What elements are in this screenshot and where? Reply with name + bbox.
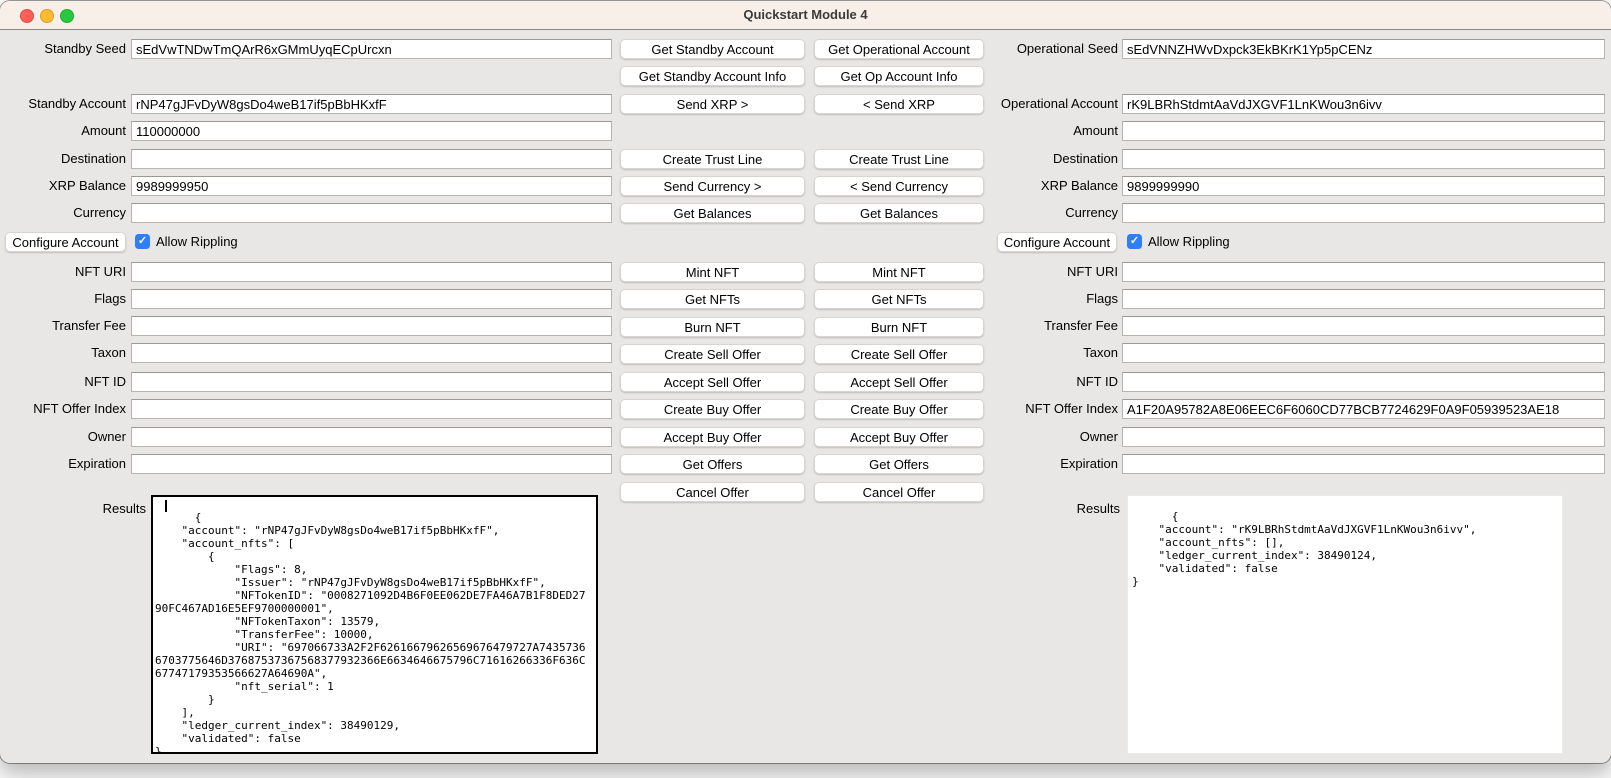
text-cursor	[165, 500, 167, 512]
operational-owner-input[interactable]	[1122, 427, 1605, 447]
operational-transfer-fee-input[interactable]	[1122, 316, 1605, 336]
standby-transfer-fee-label: Transfer Fee	[0, 316, 126, 336]
titlebar: Quickstart Module 4	[0, 1, 1611, 30]
operational-taxon-label: Taxon	[940, 343, 1118, 363]
standby-owner-label: Owner	[0, 427, 126, 447]
create-trust-line-standby-button[interactable]: Create Trust Line	[620, 149, 805, 169]
get-standby-account-info-button[interactable]: Get Standby Account Info	[620, 66, 805, 86]
get-offers-standby-button[interactable]: Get Offers	[620, 454, 805, 474]
standby-currency-input[interactable]	[131, 203, 612, 223]
standby-nft-offer-index-label: NFT Offer Index	[0, 399, 126, 419]
accept-sell-offer-standby-button[interactable]: Accept Sell Offer	[620, 372, 805, 392]
standby-flags-input[interactable]	[131, 289, 612, 309]
standby-nft-uri-label: NFT URI	[0, 262, 126, 282]
operational-flags-label: Flags	[940, 289, 1118, 309]
mint-nft-standby-button[interactable]: Mint NFT	[620, 262, 805, 282]
operational-results-label: Results	[940, 499, 1120, 519]
standby-seed-input[interactable]	[131, 39, 612, 59]
operational-expiration-label: Expiration	[940, 454, 1118, 474]
operational-expiration-input[interactable]	[1122, 454, 1605, 474]
operational-xrp-balance-input[interactable]	[1122, 176, 1605, 196]
operational-results-textarea[interactable]: { "account": "rK9LBRhStdmtAaVdJXGVF1LnKW…	[1127, 495, 1563, 754]
create-sell-offer-standby-button[interactable]: Create Sell Offer	[620, 344, 805, 364]
screen: Quickstart Module 4 Standby Seed Standby…	[0, 0, 1611, 778]
standby-amount-input[interactable]	[131, 121, 612, 141]
accept-buy-offer-standby-button[interactable]: Accept Buy Offer	[620, 427, 805, 447]
standby-xrp-balance-input[interactable]	[131, 176, 612, 196]
operational-account-label: Operational Account	[940, 94, 1118, 114]
operational-results-text: { "account": "rK9LBRhStdmtAaVdJXGVF1LnKW…	[1132, 510, 1476, 588]
get-balances-standby-button[interactable]: Get Balances	[620, 203, 805, 223]
configure-account-operational-button[interactable]: Configure Account	[997, 232, 1117, 252]
standby-owner-input[interactable]	[131, 427, 612, 447]
operational-xrp-balance-label: XRP Balance	[940, 176, 1118, 196]
operational-destination-input[interactable]	[1122, 149, 1605, 169]
standby-destination-input[interactable]	[131, 149, 612, 169]
operational-seed-label: Operational Seed	[940, 39, 1118, 59]
standby-account-input[interactable]	[131, 94, 612, 114]
operational-destination-label: Destination	[940, 149, 1118, 169]
burn-nft-standby-button[interactable]: Burn NFT	[620, 317, 805, 337]
operational-owner-label: Owner	[940, 427, 1118, 447]
allow-rippling-standby-checkbox[interactable]	[135, 234, 150, 249]
standby-nft-id-input[interactable]	[131, 372, 612, 392]
operational-nft-id-input[interactable]	[1122, 372, 1605, 392]
standby-seed-label: Standby Seed	[0, 39, 126, 59]
standby-destination-label: Destination	[0, 149, 126, 169]
allow-rippling-operational-label: Allow Rippling	[1148, 232, 1230, 252]
operational-seed-input[interactable]	[1122, 39, 1605, 59]
get-op-account-info-button[interactable]: Get Op Account Info	[814, 66, 984, 86]
operational-taxon-input[interactable]	[1122, 343, 1605, 363]
standby-expiration-label: Expiration	[0, 454, 126, 474]
standby-transfer-fee-input[interactable]	[131, 316, 612, 336]
operational-nft-offer-index-label: NFT Offer Index	[940, 399, 1118, 419]
operational-account-input[interactable]	[1122, 94, 1605, 114]
create-buy-offer-standby-button[interactable]: Create Buy Offer	[620, 399, 805, 419]
app-window: Quickstart Module 4 Standby Seed Standby…	[0, 1, 1611, 763]
operational-currency-label: Currency	[940, 203, 1118, 223]
standby-flags-label: Flags	[0, 289, 126, 309]
operational-nft-uri-input[interactable]	[1122, 262, 1605, 282]
get-standby-account-button[interactable]: Get Standby Account	[620, 39, 805, 59]
operational-amount-input[interactable]	[1122, 121, 1605, 141]
operational-nft-offer-index-input[interactable]	[1122, 399, 1605, 419]
standby-nft-uri-input[interactable]	[131, 262, 612, 282]
operational-amount-label: Amount	[940, 121, 1118, 141]
standby-currency-label: Currency	[0, 203, 126, 223]
standby-taxon-input[interactable]	[131, 343, 612, 363]
standby-amount-label: Amount	[0, 121, 126, 141]
standby-taxon-label: Taxon	[0, 343, 126, 363]
operational-currency-input[interactable]	[1122, 203, 1605, 223]
get-nfts-standby-button[interactable]: Get NFTs	[620, 289, 805, 309]
allow-rippling-standby-label: Allow Rippling	[156, 232, 238, 252]
standby-expiration-input[interactable]	[131, 454, 612, 474]
standby-xrp-balance-label: XRP Balance	[0, 176, 126, 196]
operational-transfer-fee-label: Transfer Fee	[940, 316, 1118, 336]
standby-account-label: Standby Account	[0, 94, 126, 114]
send-currency-to-op-button[interactable]: Send Currency >	[620, 176, 805, 196]
standby-nft-id-label: NFT ID	[0, 372, 126, 392]
operational-nft-uri-label: NFT URI	[940, 262, 1118, 282]
standby-results-label: Results	[20, 499, 146, 519]
operational-flags-input[interactable]	[1122, 289, 1605, 309]
window-title: Quickstart Module 4	[0, 1, 1611, 29]
standby-results-text: { "account": "rNP47gJFvDyW8gsDo4weB17if5…	[155, 511, 585, 754]
configure-account-standby-button[interactable]: Configure Account	[5, 232, 126, 252]
send-xrp-to-operational-button[interactable]: Send XRP >	[620, 94, 805, 114]
standby-nft-offer-index-input[interactable]	[131, 399, 612, 419]
operational-nft-id-label: NFT ID	[940, 372, 1118, 392]
standby-results-textarea[interactable]: { "account": "rNP47gJFvDyW8gsDo4weB17if5…	[151, 495, 598, 754]
allow-rippling-operational-checkbox[interactable]	[1127, 234, 1142, 249]
cancel-offer-standby-button[interactable]: Cancel Offer	[620, 482, 805, 502]
